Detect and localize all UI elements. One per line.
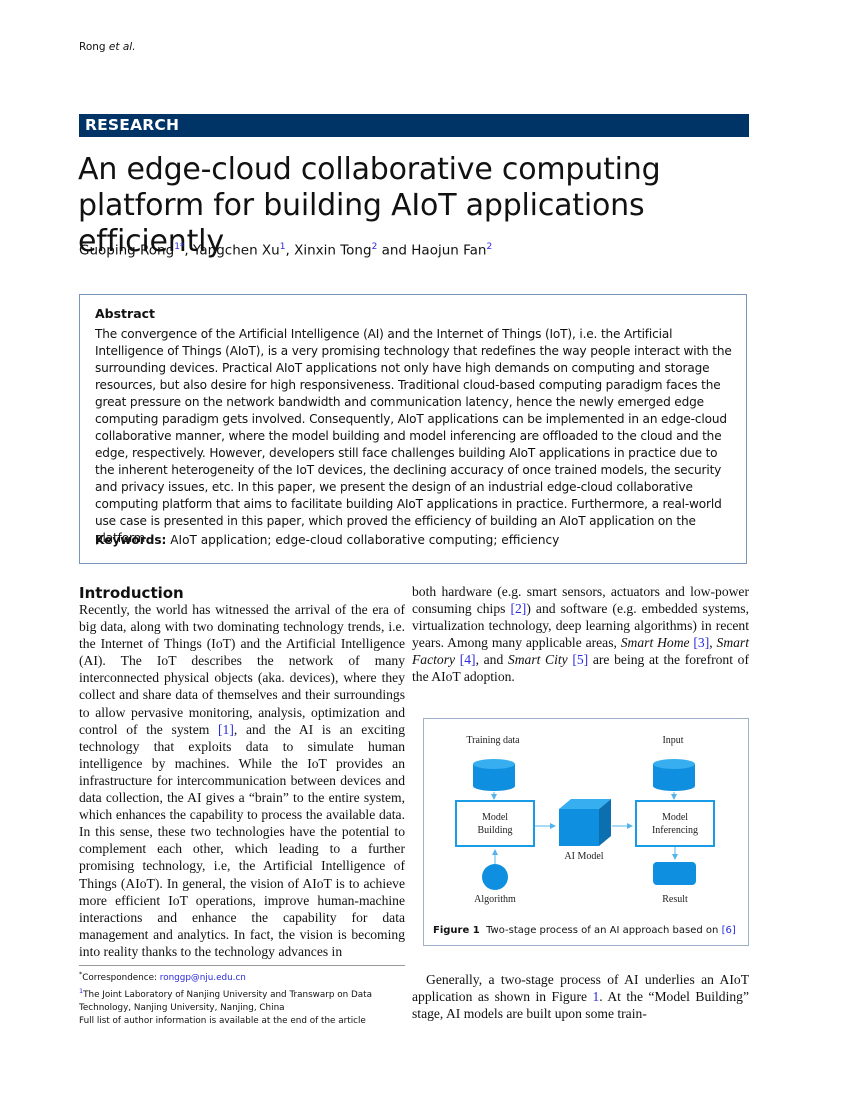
- emphasis-text: Smart City: [507, 652, 568, 668]
- cube-icon-ai-model: [559, 799, 611, 846]
- label-algorithm: Algorithm: [474, 894, 516, 905]
- abstract-box: Abstract The convergence of the Artifici…: [79, 294, 747, 564]
- database-icon-training-data: [473, 759, 515, 791]
- abstract-heading: Abstract: [95, 306, 156, 321]
- label-training-data: Training data: [466, 735, 520, 746]
- paragraph-text: Recently, the world has witnessed the ar…: [79, 602, 405, 737]
- introduction-paragraph: Recently, the world has witnessed the ar…: [79, 601, 405, 960]
- circle-icon-algorithm: [482, 864, 508, 890]
- figure-caption-text: Two-stage process of an AI approach base…: [486, 925, 722, 936]
- section-tag: RESEARCH: [85, 116, 180, 134]
- keywords-text: AIoT application; edge-cloud collaborati…: [170, 533, 560, 547]
- label-result: Result: [662, 894, 688, 905]
- running-head-author: Rong: [79, 41, 106, 53]
- footnote-correspondence: *Correspondence: ronggp@nju.edu.cn: [79, 968, 409, 985]
- model-inferencing-label: Model: [662, 812, 688, 823]
- model-building-box: [455, 800, 535, 847]
- citation-link[interactable]: [1]: [218, 722, 234, 737]
- author-name: Guoping Rong: [79, 242, 175, 259]
- running-head: Rong et al.: [79, 41, 136, 53]
- model-inferencing-box: [635, 800, 715, 847]
- label-ai-model: AI Model: [564, 851, 603, 862]
- model-building-label: Building: [477, 825, 512, 836]
- author-name: Xinxin Tong: [294, 242, 372, 259]
- section-tag-bar: RESEARCH: [79, 114, 749, 137]
- database-icon-input: [653, 759, 695, 791]
- figure-1: Training data Input Model Building Model…: [423, 718, 749, 946]
- citation-link[interactable]: [2]: [510, 601, 526, 616]
- introduction-paragraph-continued: both hardware (e.g. smart sensors, actua…: [412, 583, 749, 686]
- figure-diagram: Training data Input Model Building Model…: [455, 735, 715, 905]
- model-building-label: Model: [482, 812, 508, 823]
- keywords: Keywords: AIoT application; edge-cloud c…: [95, 533, 559, 547]
- paragraph-text: , and the AI is an exciting technology t…: [79, 721, 405, 959]
- author-name: Haojun Fan: [411, 242, 487, 259]
- paragraph-text: , and: [475, 652, 508, 668]
- abstract-text: The convergence of the Artificial Intell…: [95, 327, 732, 545]
- footnote-affiliation: 1The Joint Laboratory of Nanjing Univers…: [79, 985, 409, 1015]
- citation-link[interactable]: [3]: [693, 635, 709, 650]
- footnote-more-info: Full list of author information is avail…: [79, 1015, 366, 1026]
- footnote-label: Correspondence:: [82, 972, 160, 983]
- emphasis-text: Smart Home: [620, 635, 690, 651]
- section-heading-introduction: Introduction: [79, 584, 184, 602]
- author-list: Guoping Rong1*, Yangchen Xu1, Xinxin Ton…: [79, 242, 492, 259]
- footnote-text: The Joint Laboratory of Nanjing Universi…: [79, 989, 373, 1013]
- running-head-etal: et al.: [108, 41, 136, 53]
- author-separator: ,: [184, 242, 194, 259]
- paragraph-text: ,: [709, 635, 717, 651]
- author-name: Yangchen Xu: [193, 242, 280, 259]
- figure-caption: Figure 1 Two-stage process of an AI appr…: [433, 925, 736, 936]
- footnotes: *Correspondence: ronggp@nju.edu.cn 1The …: [79, 968, 409, 1028]
- result-icon: [653, 862, 696, 885]
- author-affiliation-link[interactable]: 1*: [174, 242, 184, 252]
- author-separator: and: [377, 242, 412, 259]
- paragraph: Generally, a two-stage process of AI und…: [412, 971, 749, 1022]
- author-separator: ,: [285, 242, 295, 259]
- email-link[interactable]: ronggp@nju.edu.cn: [160, 973, 246, 983]
- keywords-label: Keywords:: [95, 533, 167, 547]
- citation-link[interactable]: [6]: [722, 925, 736, 936]
- author-affiliation-link[interactable]: 2: [486, 242, 492, 252]
- label-input: Input: [662, 735, 683, 746]
- model-inferencing-label: Inferencing: [652, 825, 698, 836]
- citation-link[interactable]: [5]: [572, 652, 588, 667]
- figure-caption-label: Figure 1: [433, 925, 480, 936]
- citation-link[interactable]: [4]: [460, 652, 476, 667]
- footnote-divider: [79, 965, 405, 966]
